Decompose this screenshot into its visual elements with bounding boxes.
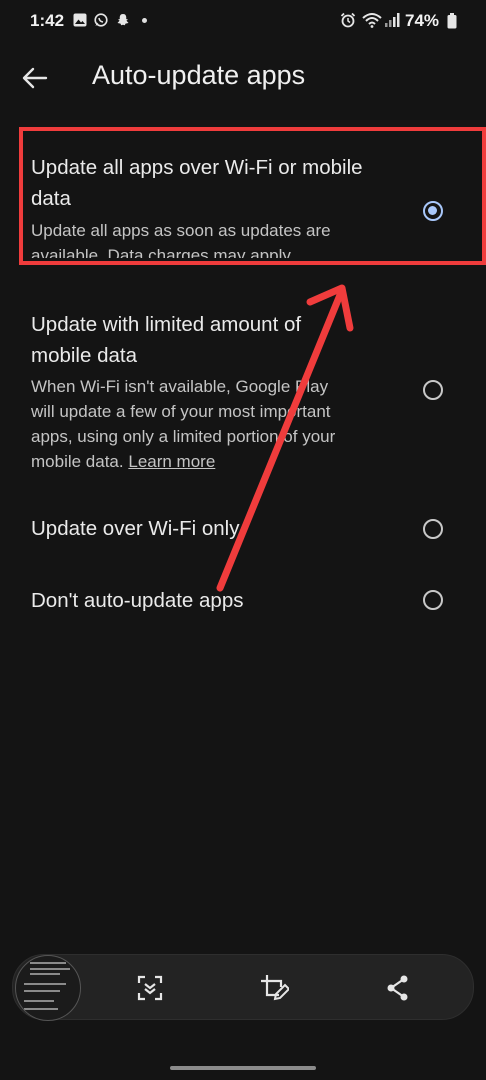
crop-edit-icon[interactable] [259,973,289,1003]
battery-icon [447,13,457,29]
alarm-icon [340,12,356,28]
screenshot-thumbnail[interactable] [15,955,81,1021]
radio-button[interactable] [423,519,443,539]
option-limited-mobile-data[interactable]: Update with limited amount of mobile dat… [0,309,486,479]
wifi-icon [362,13,382,28]
radio-button[interactable] [423,380,443,400]
option-wifi-only[interactable]: Update over Wi-Fi only [0,512,486,548]
radio-button[interactable] [423,590,443,610]
option-dont-auto-update[interactable]: Don't auto-update apps [0,584,486,620]
page-title: Auto-update apps [92,60,306,90]
learn-more-link[interactable]: Learn more [128,452,215,471]
status-time: 1:42 [30,11,65,30]
whatsapp-icon [94,13,108,27]
annotation-highlight-box [19,127,486,265]
screenshot-toolbar [12,954,474,1021]
snapchat-icon [117,14,129,26]
share-icon[interactable] [383,973,413,1003]
scan-icon[interactable] [135,973,165,1003]
option-title: Don't auto-update apps [31,589,244,612]
battery-percentage: 74% [405,11,440,30]
option-title: Update over Wi-Fi only [31,517,240,540]
back-arrow-icon[interactable] [20,63,50,93]
top-app-bar: Auto-update apps [0,42,486,112]
gallery-icon [73,13,87,27]
signal-icon [385,13,400,27]
gesture-nav-bar[interactable] [170,1066,316,1070]
option-title: Update with limited amount of mobile dat… [31,313,302,367]
option-description: When Wi-Fi isn't available, Google Play … [31,377,336,471]
status-bar: 1:42 74% [0,0,486,42]
more-notifications-dot [142,18,147,23]
